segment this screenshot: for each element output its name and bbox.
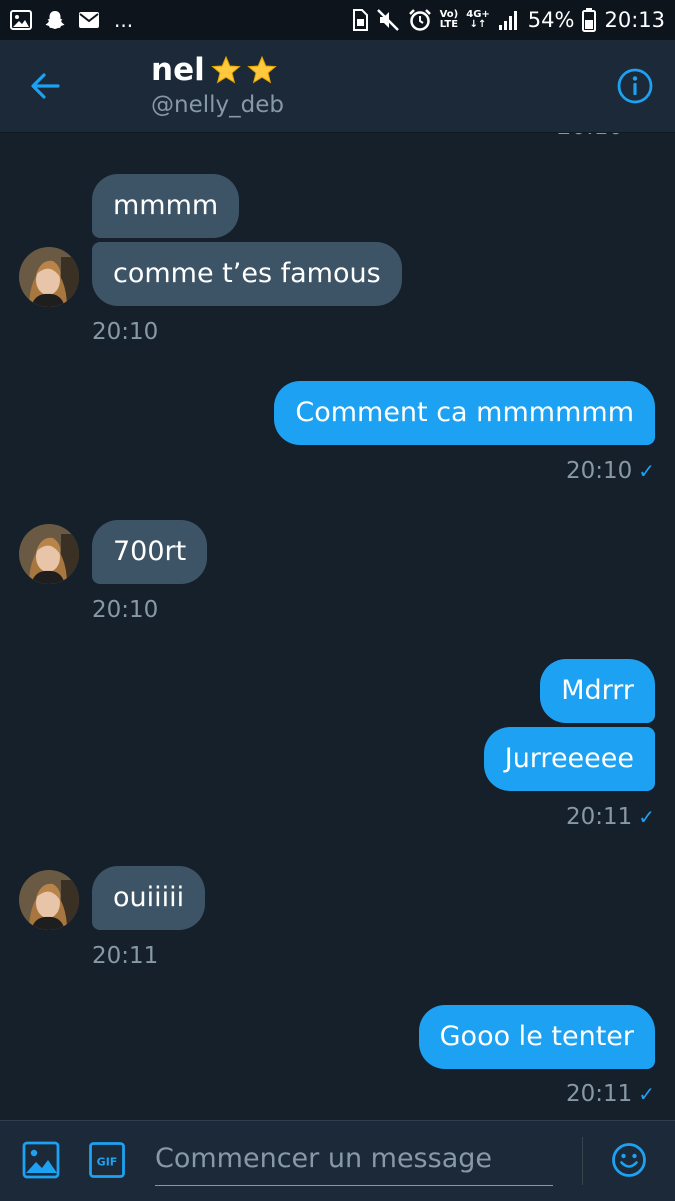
add-photo-button[interactable]: [22, 1141, 60, 1179]
conversation-header: nel @nelly_deb: [0, 40, 675, 133]
add-gif-button[interactable]: GIF: [89, 1142, 125, 1178]
back-arrow-icon: [31, 73, 60, 99]
conversation-info-button[interactable]: [615, 66, 655, 106]
message-timestamp: 20:11: [92, 943, 159, 969]
message-bubble-received[interactable]: mmmm: [92, 174, 240, 238]
contact-avatar[interactable]: [19, 524, 79, 584]
message-timestamp: 20:11 ✓: [566, 1080, 655, 1108]
message-bubble-sent[interactable]: Mdrrr: [540, 659, 655, 723]
contact-name[interactable]: nel: [151, 52, 277, 88]
message-input[interactable]: [155, 1131, 553, 1186]
message-timestamp: 20:10: [92, 319, 159, 345]
contact-name-text: nel: [151, 52, 205, 88]
star-emoji-icon: [246, 55, 277, 84]
info-icon: [617, 68, 653, 104]
timestamp-text: 20:11: [565, 1081, 633, 1107]
sent-check-icon: ✓: [638, 459, 655, 483]
emoji-button[interactable]: [611, 1142, 647, 1178]
conversation-thread[interactable]: 20:10 mmmm comme t’es famous 20:10 Comme…: [0, 0, 675, 1120]
profile-photo-icon: [19, 524, 79, 584]
message-bubble-received[interactable]: ouiiiii: [92, 866, 206, 930]
message-bubble-sent[interactable]: Gooo le tenter: [418, 1005, 655, 1069]
timestamp-text: 20:10: [565, 458, 633, 484]
sent-check-icon: ✓: [638, 805, 655, 829]
message-bubble-received[interactable]: comme t’es famous: [92, 242, 402, 306]
message-timestamp: 20:11 ✓: [566, 803, 655, 831]
contact-avatar[interactable]: [19, 870, 79, 930]
gif-icon: GIF: [89, 1142, 125, 1178]
message-timestamp: 20:10: [92, 597, 159, 623]
image-icon: [22, 1141, 60, 1179]
profile-photo-icon: [19, 247, 79, 307]
sent-check-icon: ✓: [638, 1082, 655, 1106]
timestamp-text: 20:11: [565, 804, 633, 830]
message-bubble-sent[interactable]: Jurreeeee: [483, 727, 655, 791]
contact-handle[interactable]: @nelly_deb: [151, 92, 284, 118]
back-button[interactable]: [26, 66, 66, 106]
gif-label: GIF: [97, 1156, 118, 1169]
star-emoji-icon: [210, 55, 241, 84]
message-bubble-sent[interactable]: Comment ca mmmmmm: [274, 381, 655, 445]
profile-photo-icon: [19, 870, 79, 930]
message-composer: GIF: [0, 1120, 675, 1201]
contact-avatar[interactable]: [19, 247, 79, 307]
message-timestamp: 20:10 ✓: [566, 457, 655, 485]
composer-divider: [582, 1137, 583, 1185]
message-bubble-received[interactable]: 700rt: [92, 520, 208, 584]
smiley-icon: [612, 1143, 646, 1177]
